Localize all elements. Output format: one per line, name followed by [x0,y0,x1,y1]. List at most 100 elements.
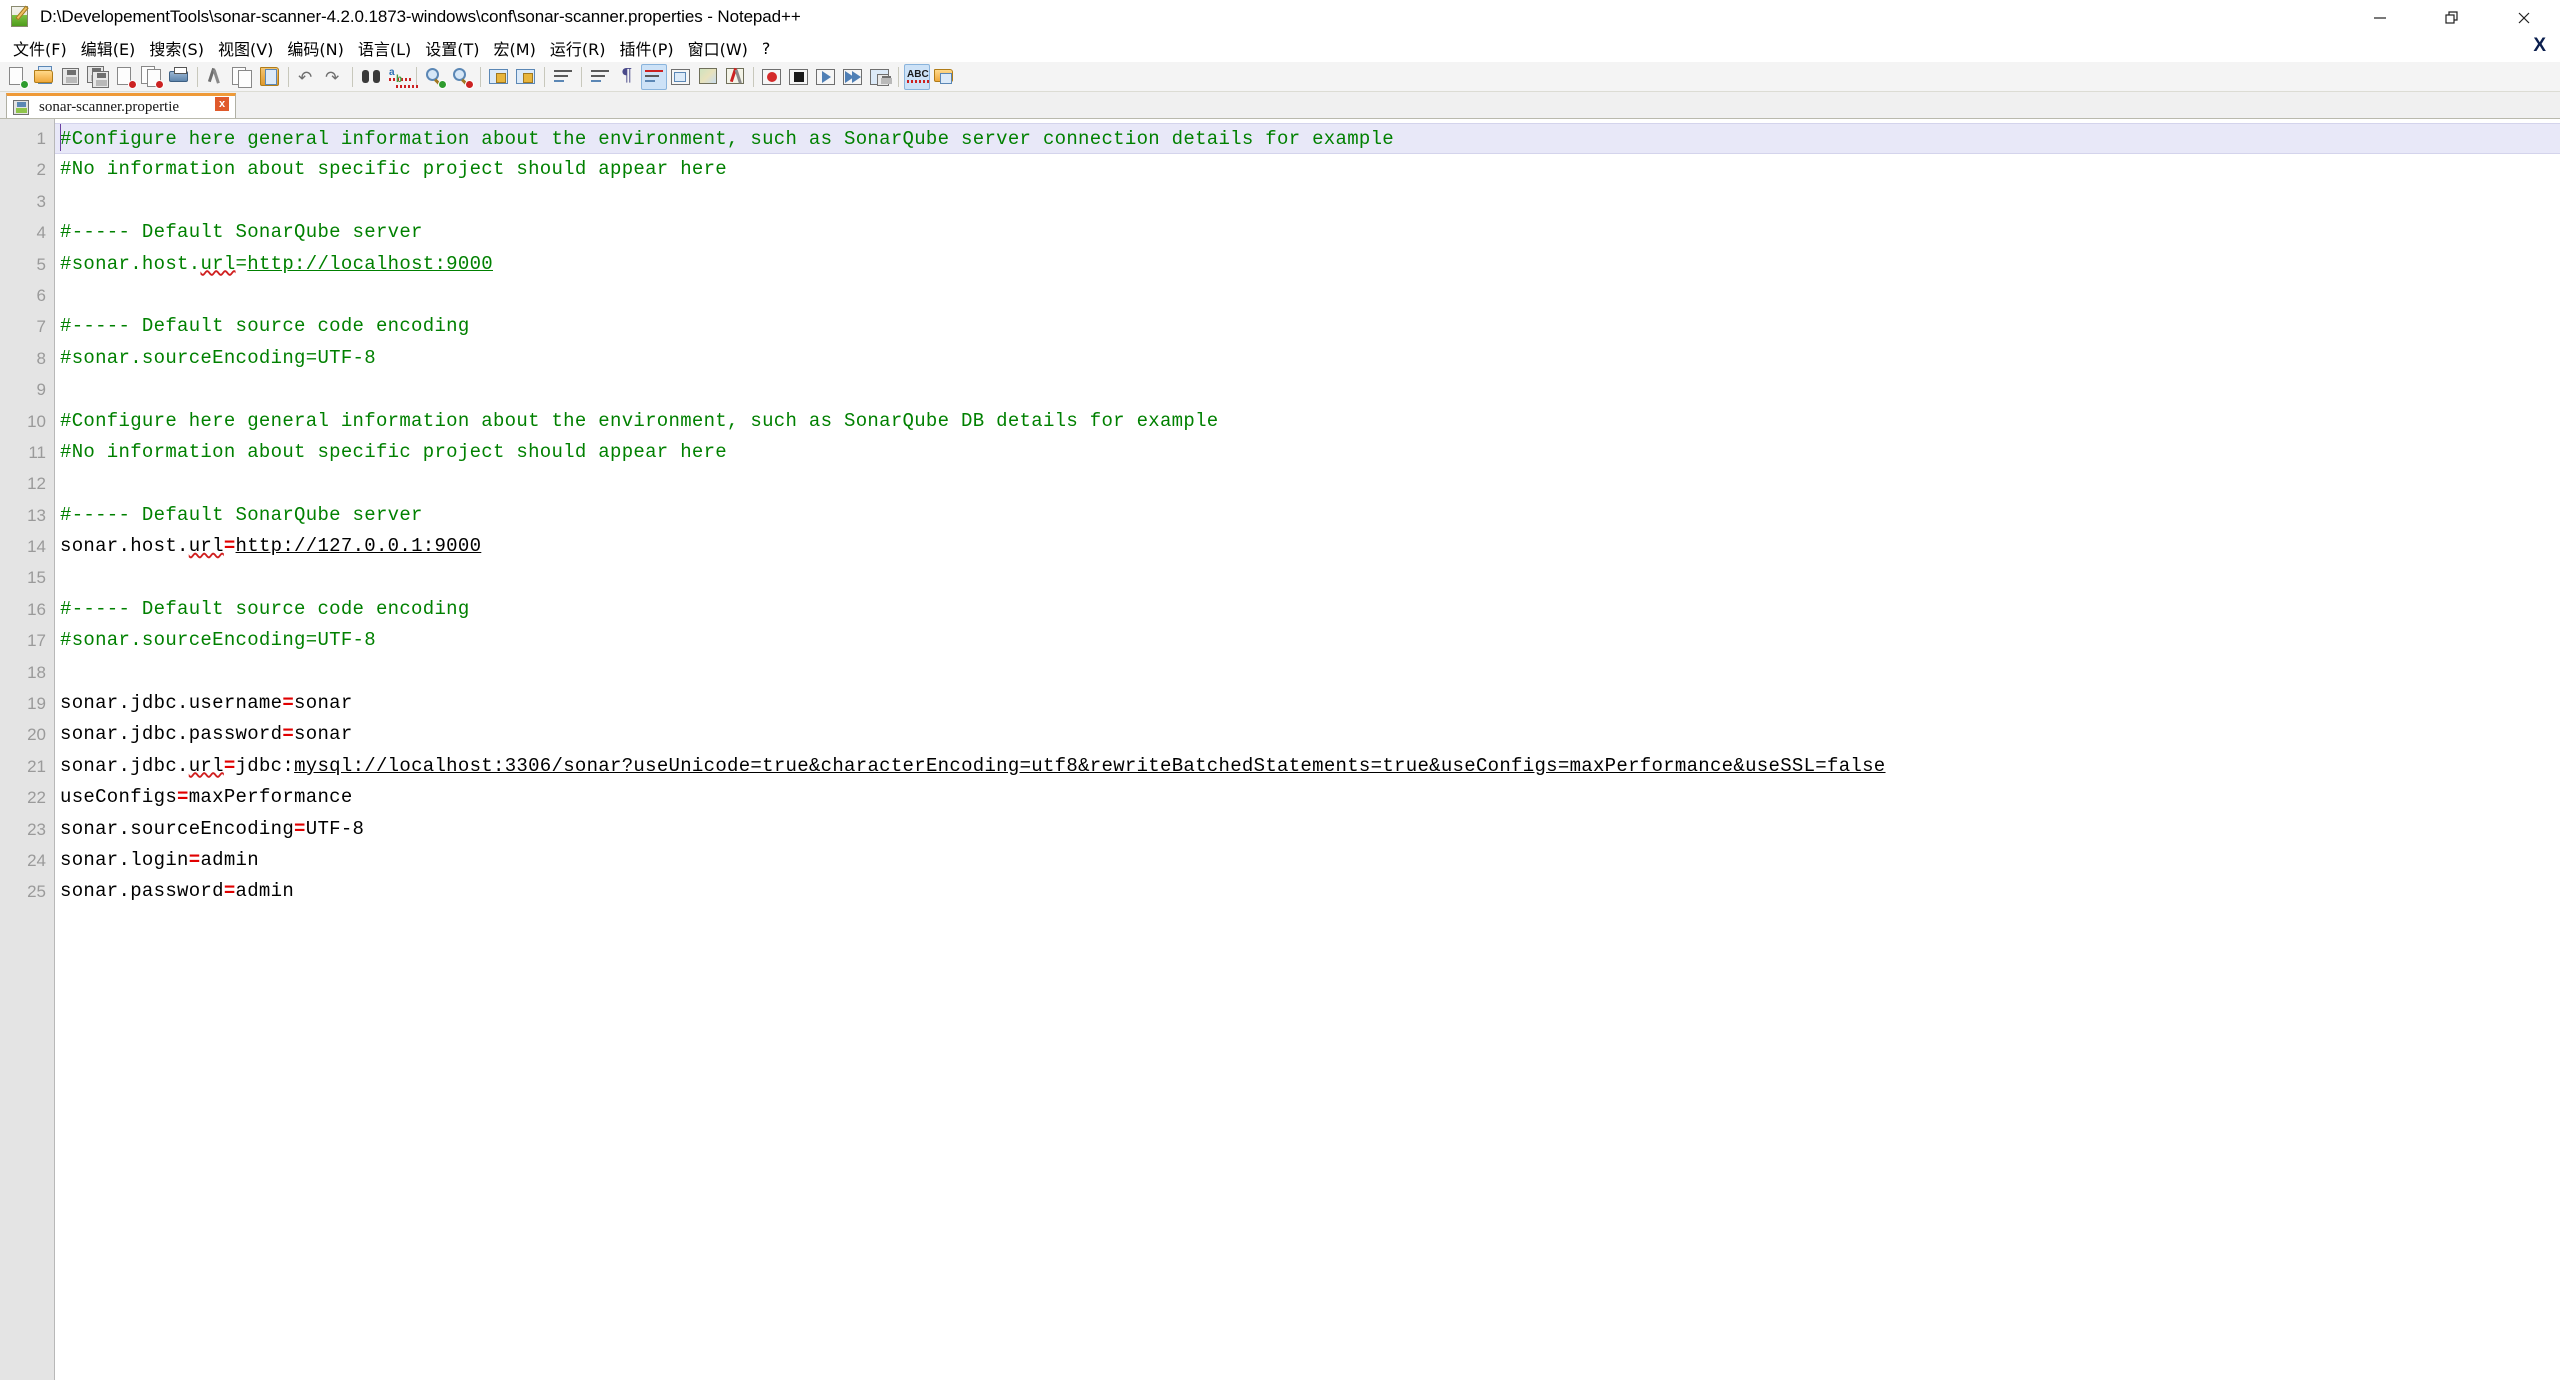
undo-icon[interactable]: ↶ [294,64,320,90]
code-line[interactable]: #No information about specific project s… [55,154,2560,185]
menu-edit[interactable]: 编辑(E) [74,34,143,62]
user-defined-dialog-icon[interactable] [668,64,694,90]
document-close-button[interactable]: X [2533,36,2546,55]
document-map-icon[interactable] [695,64,721,90]
function-list-icon[interactable] [722,64,748,90]
indent-guide-icon[interactable] [641,63,667,90]
code-content[interactable]: #Configure here general information abou… [55,119,2560,1380]
code-line[interactable]: #sonar.host.url=http://localhost:9000 [55,249,2560,280]
show-all-chars-icon[interactable] [587,64,613,90]
new-file-icon[interactable] [4,64,30,90]
find-icon[interactable] [358,64,384,90]
close-all-icon[interactable] [139,64,165,90]
code-segment: #sonar.sourceEncoding=UTF-8 [60,346,376,369]
editor-area[interactable]: 1 2 3 4 5 6 7 8 9 10 11 12 13 14 15 16 17 18 19 20 21 22 23 24 2… [0,119,2560,1380]
replace-icon[interactable]: ab [385,64,419,90]
code-line[interactable]: sonar.jdbc.url=jdbc:mysql://localhost:33… [55,751,2560,782]
cut-icon[interactable] [203,64,229,90]
save-icon[interactable] [58,64,84,90]
code-segment: sonar.jdbc. [60,754,189,777]
line-number: 15 [27,568,46,588]
close-icon[interactable] [2488,0,2560,35]
menu-window[interactable]: 窗口(W) [681,34,755,62]
code-line[interactable]: #sonar.sourceEncoding=UTF-8 [55,625,2560,656]
line-number: 24 [27,850,46,870]
copy-icon[interactable] [230,64,256,90]
code-line[interactable] [55,280,2560,311]
line-number: 11 [28,442,46,462]
code-line[interactable] [55,186,2560,217]
code-line[interactable]: sonar.jdbc.username=sonar [55,688,2560,719]
code-line[interactable]: #----- Default SonarQube server [55,500,2560,531]
code-line[interactable]: #----- Default source code encoding [55,311,2560,342]
code-segment: sonar [294,692,353,715]
code-line[interactable]: useConfigs=maxPerformance [55,782,2560,813]
menu-file[interactable]: 文件(F) [6,34,74,62]
code-line[interactable]: sonar.jdbc.password=sonar [55,719,2560,750]
code-line[interactable]: #----- Default SonarQube server [55,217,2560,248]
zoom-out-icon[interactable] [449,64,475,90]
menu-search[interactable]: 搜索(S) [142,34,211,62]
line-number: 8 [36,348,46,368]
code-segment: #----- Default source code encoding [60,315,470,338]
code-line[interactable]: sonar.password=admin [55,876,2560,907]
code-segment: #----- Default source code encoding [60,597,470,620]
spell-check-icon[interactable]: ABC [904,63,930,90]
code-segment: http://localhost:9000 [247,252,493,275]
code-line[interactable] [55,562,2560,593]
code-line[interactable]: #sonar.sourceEncoding=UTF-8 [55,343,2560,374]
toolbar-separator [544,66,545,87]
zoom-in-icon[interactable] [422,64,448,90]
save-macro-icon[interactable] [867,64,893,90]
sync-horizontal-scroll-icon[interactable] [513,64,539,90]
menu-view[interactable]: 视图(V) [211,34,280,62]
play-macro-icon[interactable] [813,64,839,90]
line-number: 25 [27,882,46,902]
paste-icon[interactable] [257,64,283,90]
tab-close-icon[interactable]: x [215,97,229,111]
code-segment: = [223,535,236,558]
restore-icon[interactable] [2416,0,2488,35]
sync-vertical-scroll-icon[interactable] [486,64,512,90]
code-line[interactable]: #Configure here general information abou… [55,123,2560,155]
menu-plugins[interactable]: 插件(P) [612,34,680,62]
menu-macro[interactable]: 宏(M) [487,34,543,62]
menu-encoding[interactable]: 编码(N) [280,34,350,62]
tab-sonar-scanner-properties[interactable]: sonar-scanner.propertie x [6,93,236,118]
code-segment: jdbc: [235,754,295,777]
menu-language[interactable]: 语言(L) [351,34,418,62]
code-segment: = [294,817,306,840]
code-segment: sonar.sourceEncoding [60,817,295,840]
word-wrap-icon[interactable] [550,64,576,90]
code-line[interactable]: sonar.login=admin [55,845,2560,876]
code-line[interactable]: #Configure here general information abou… [55,406,2560,437]
menu-help[interactable]: ? [755,37,778,60]
menu-run[interactable]: 运行(R) [543,34,613,62]
code-line[interactable]: sonar.sourceEncoding=UTF-8 [55,814,2560,845]
line-number: 7 [36,317,46,337]
code-line[interactable] [55,468,2560,499]
stop-record-icon[interactable] [786,64,812,90]
redo-icon[interactable]: ↷ [321,64,347,90]
code-segment: url [188,535,224,558]
pilcrow-icon[interactable]: ¶ [614,64,640,90]
code-line[interactable]: #No information about specific project s… [55,437,2560,468]
close-file-icon[interactable] [112,64,138,90]
code-line[interactable]: #----- Default source code encoding [55,594,2560,625]
code-line[interactable]: sonar.host.url=http://127.0.0.1:9000 [55,531,2560,562]
save-all-icon[interactable] [85,64,111,90]
minimize-icon[interactable] [2344,0,2416,35]
open-file-icon[interactable] [31,64,57,90]
menu-settings[interactable]: 设置(T) [418,34,486,62]
record-macro-icon[interactable] [759,64,785,90]
code-segment: http://127.0.0.1:9000 [235,535,482,558]
code-segment: #sonar.sourceEncoding=UTF-8 [60,629,376,652]
line-number: 3 [36,191,46,211]
line-number: 18 [27,662,46,682]
code-line[interactable] [55,657,2560,688]
print-icon[interactable] [166,64,192,90]
play-multiple-icon[interactable] [840,64,866,90]
run-icon[interactable] [931,64,957,90]
code-segment: url [188,754,224,777]
code-line[interactable] [55,374,2560,405]
